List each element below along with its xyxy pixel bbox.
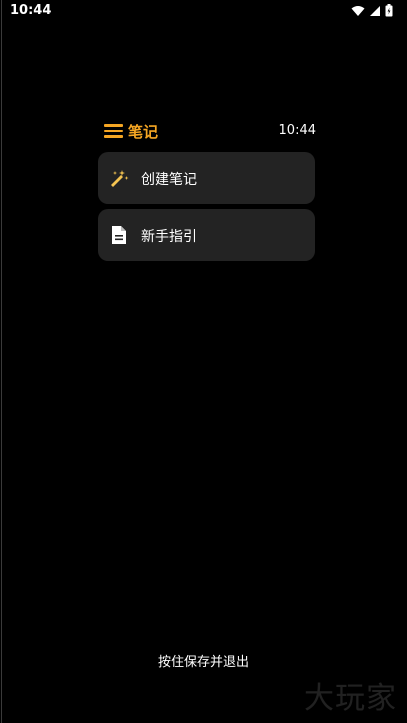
create-note-button[interactable]: 创建笔记 [98,152,315,204]
screen-edge-line [1,0,2,723]
status-bar: 10:44 [0,0,407,24]
menu-icon[interactable] [104,124,123,138]
magic-wand-icon [111,170,129,187]
create-note-label: 创建笔记 [141,172,197,188]
notes-header: 笔记 10:44 [104,120,316,142]
header-time: 10:44 [278,123,316,138]
signal-icon [370,5,380,16]
beginner-guide-label: 新手指引 [141,229,197,245]
beginner-guide-button[interactable]: 新手指引 [98,209,315,261]
watermark-logo: 大玩家 [304,681,397,716]
hold-save-exit-hint: 按住保存并退出 [157,655,249,670]
status-time: 10:44 [10,3,52,18]
wifi-icon [351,5,365,16]
status-icons [351,4,393,17]
header-title: 笔记 [128,123,159,141]
document-icon [112,226,126,244]
battery-icon [385,4,393,17]
